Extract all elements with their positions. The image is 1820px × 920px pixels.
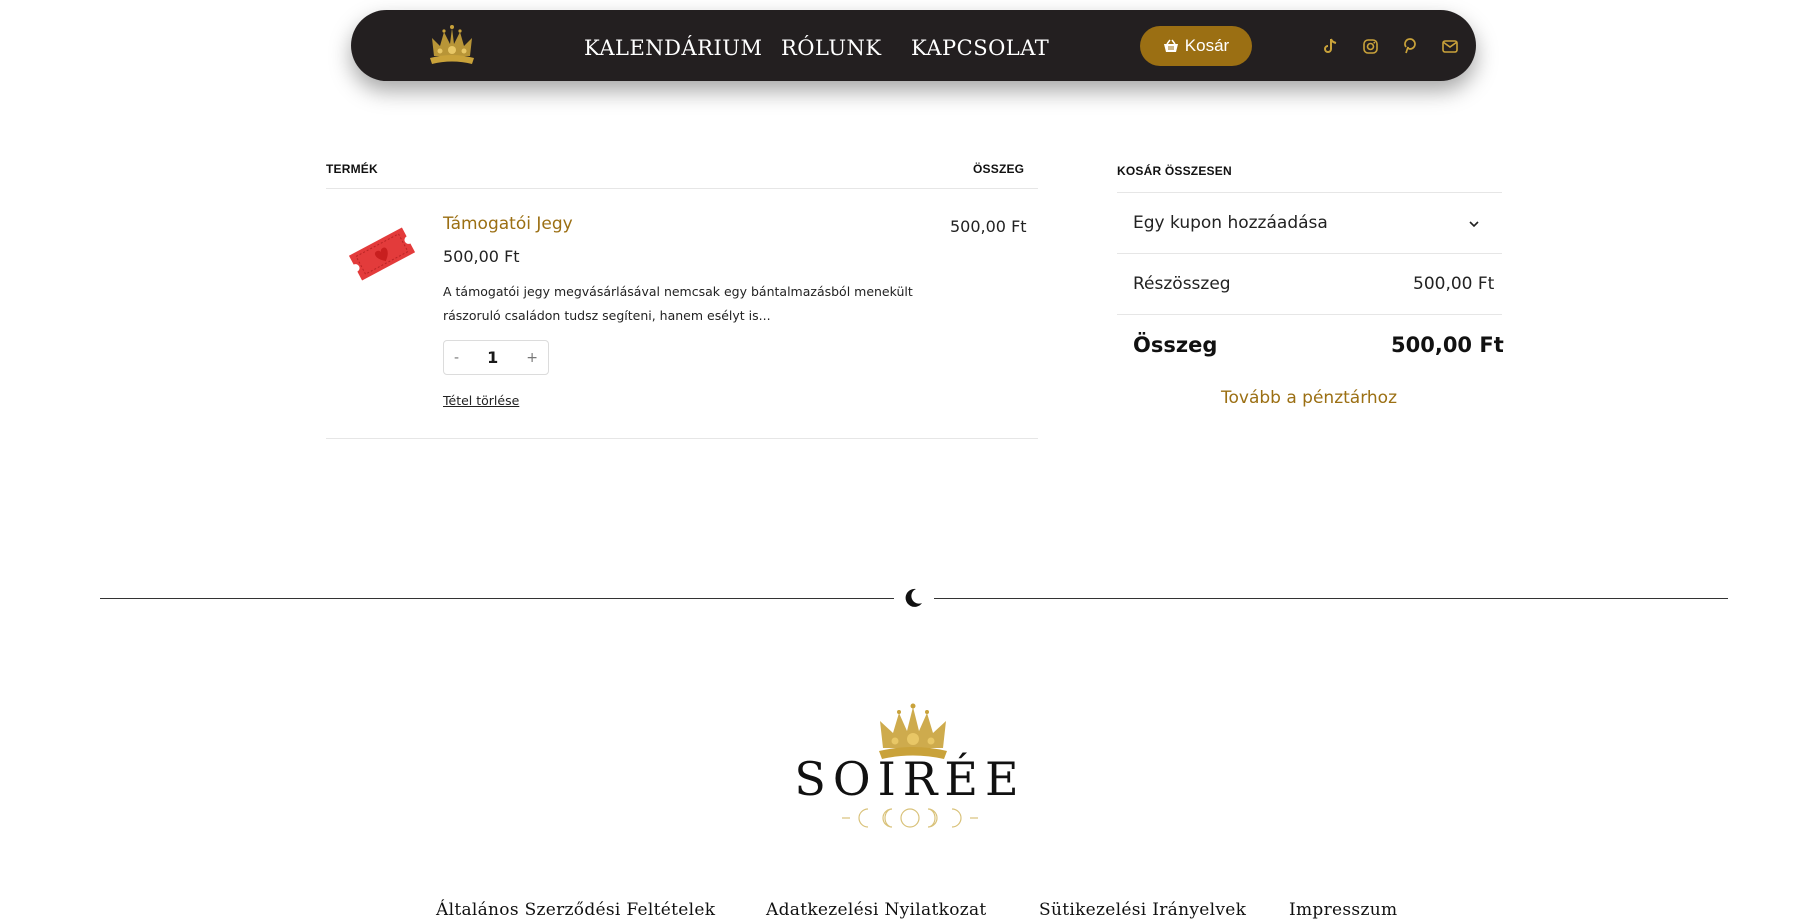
quantity-input[interactable]: 1 — [487, 348, 498, 367]
email-icon[interactable] — [1442, 38, 1458, 54]
coupon-toggle[interactable]: Egy kupon hozzáadása — [1133, 213, 1328, 233]
totals-divider-1 — [1117, 192, 1502, 193]
quantity-decrease-button[interactable]: - — [454, 350, 459, 366]
footer-link-cookies[interactable]: Sütikezelési Irányelvek — [1039, 900, 1246, 920]
ticket-thumbnail-icon[interactable] — [344, 216, 420, 292]
subtotal-value: 500,00 Ft — [1413, 274, 1495, 294]
nav-kapcsolat[interactable]: KAPCSOLAT — [911, 36, 1049, 60]
footer-divider-right — [934, 598, 1728, 599]
proceed-to-checkout-link[interactable]: Tovább a pénztárhoz — [1116, 388, 1502, 408]
tiktok-icon[interactable] — [1322, 38, 1338, 54]
footer-link-impressum[interactable]: Impresszum — [1289, 900, 1397, 920]
table-row-divider — [326, 438, 1038, 439]
product-description: A támogatói jegy megvásárlásával nemcsak… — [443, 284, 913, 323]
footer-link-terms[interactable]: Általános Szerződési Feltételek — [436, 900, 715, 920]
basket-icon — [1163, 39, 1178, 52]
totals-divider-3 — [1117, 314, 1502, 315]
remove-item-link[interactable]: Tétel törlése — [443, 393, 519, 408]
cart-totals-heading: KOSÁR ÖSSZESEN — [1117, 164, 1232, 178]
column-header-product: TERMÉK — [326, 162, 378, 176]
nav-kalendarium[interactable]: KALENDÁRIUM — [584, 36, 762, 60]
footer-brand-name: SOIRÉE — [794, 752, 1026, 806]
total-label: Összeg — [1133, 333, 1218, 357]
total-value: 500,00 Ft — [1391, 333, 1504, 357]
totals-divider-2 — [1117, 253, 1502, 254]
crown-logo-icon[interactable] — [426, 24, 478, 66]
cart-button[interactable]: Kosár — [1140, 26, 1252, 66]
cart-button-label: Kosár — [1184, 36, 1230, 55]
instagram-icon[interactable] — [1362, 38, 1378, 54]
subtotal-label: Részösszeg — [1133, 274, 1231, 294]
column-header-total: ÖSSZEG — [973, 162, 1025, 176]
moon-icon — [905, 588, 922, 607]
chevron-down-icon[interactable] — [1467, 218, 1481, 230]
nav-rolunk[interactable]: RÓLUNK — [781, 36, 882, 60]
quantity-stepper: - 1 + — [443, 340, 549, 375]
moon-phases-ornament-icon — [842, 808, 978, 828]
product-unit-price: 500,00 Ft — [443, 247, 520, 266]
product-name-link[interactable]: Támogatói Jegy — [443, 214, 573, 234]
footer-link-privacy[interactable]: Adatkezelési Nyilatkozat — [766, 900, 987, 920]
pinterest-icon[interactable] — [1402, 38, 1418, 54]
table-header-divider — [326, 188, 1038, 189]
footer-divider-left — [100, 598, 894, 599]
line-item-total: 500,00 Ft — [950, 217, 1027, 236]
quantity-increase-button[interactable]: + — [526, 350, 538, 366]
